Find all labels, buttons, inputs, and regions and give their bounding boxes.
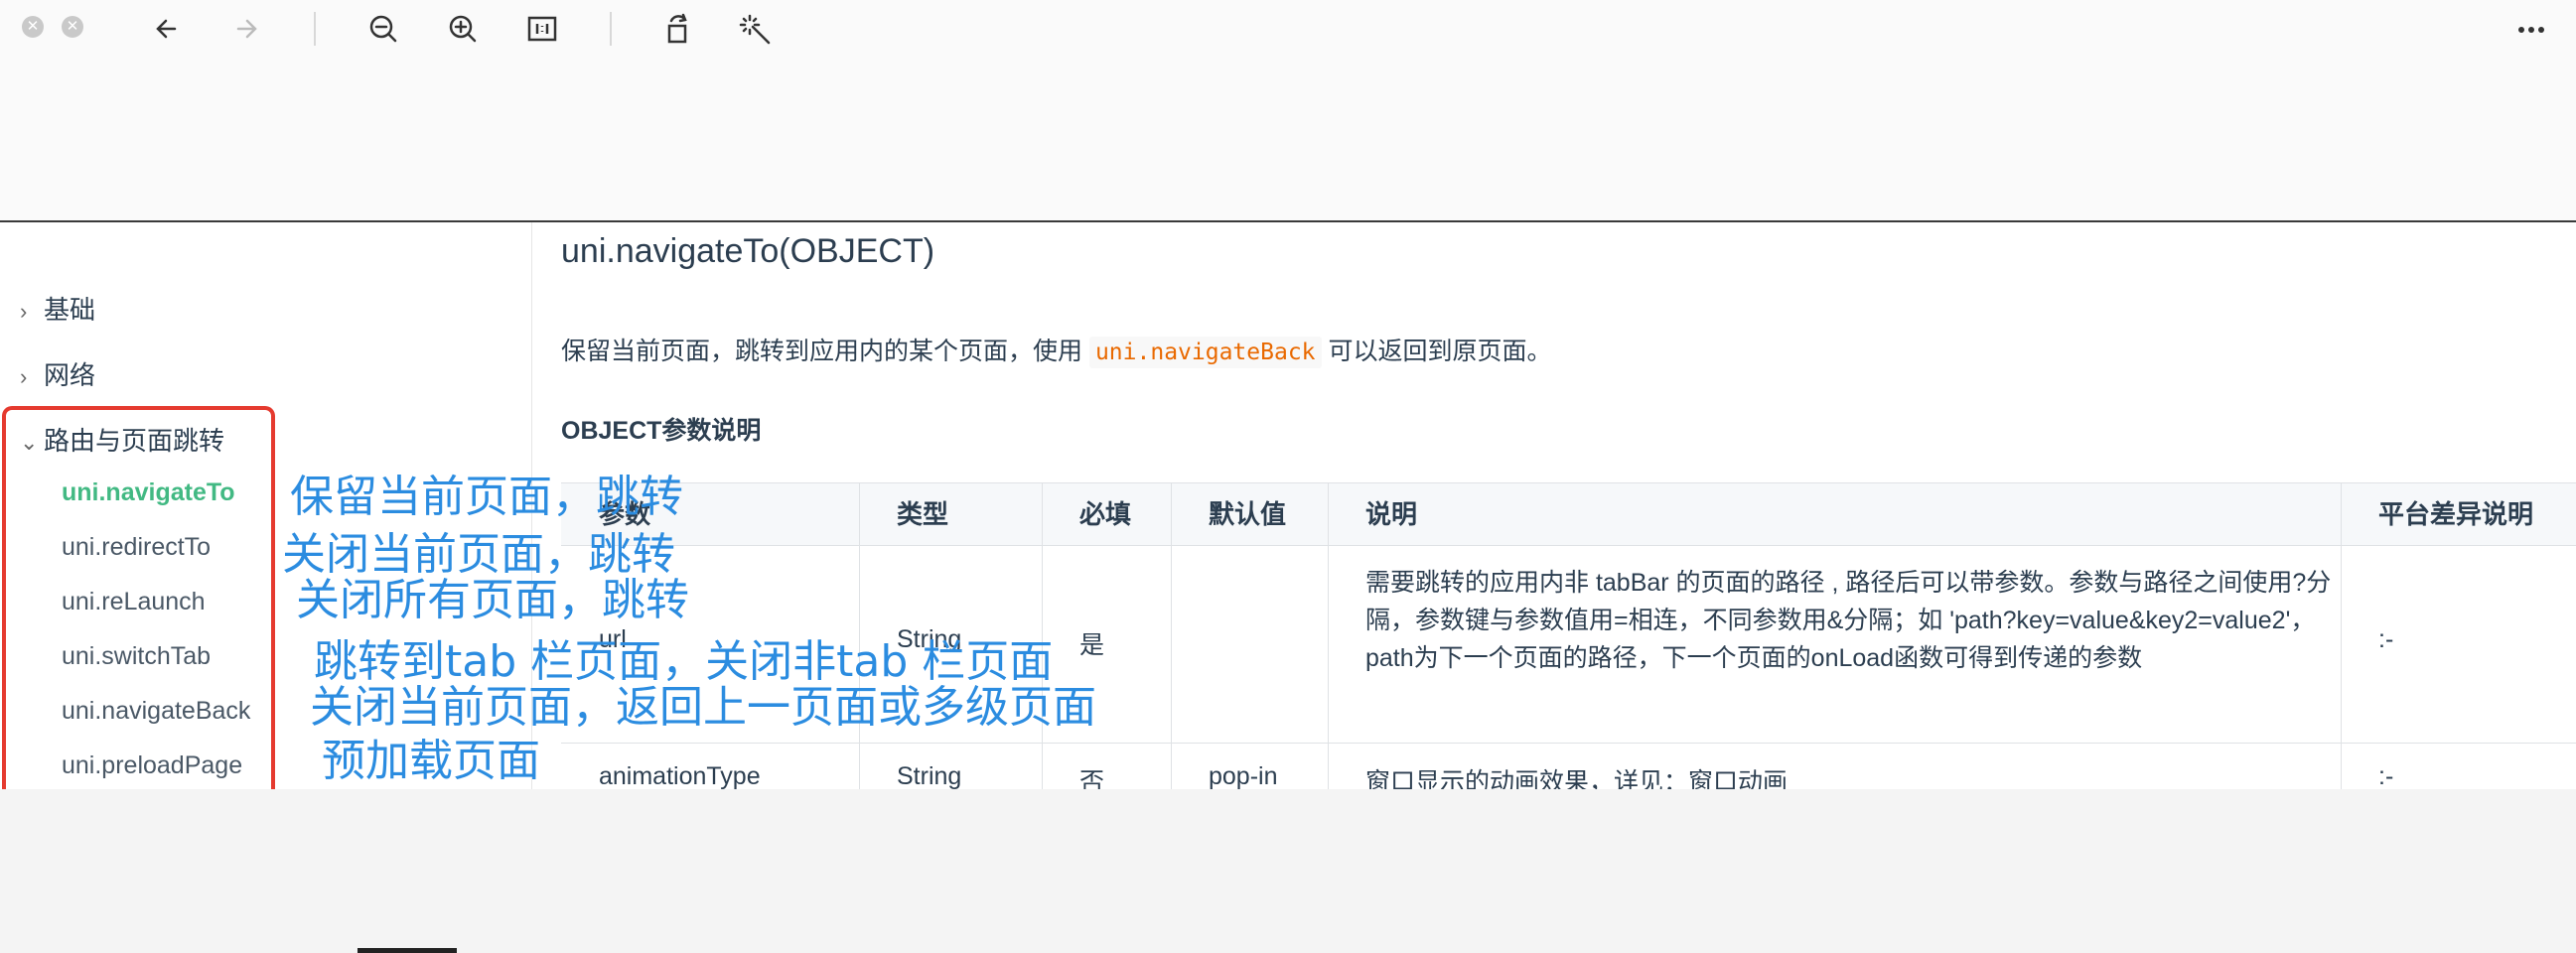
table-cell: :- xyxy=(2378,762,2394,789)
description-text: 可以返回到原页面。 xyxy=(1321,338,1552,365)
magic-wand-icon[interactable] xyxy=(737,10,777,48)
chevron-right-icon: › xyxy=(20,299,28,324)
more-icon[interactable] xyxy=(2518,20,2552,33)
sidebar-category-label: 网络 xyxy=(44,360,96,390)
zoom-out-icon[interactable] xyxy=(363,10,403,48)
table-cell: 需要跳转的应用内非 tabBar 的页面的路径 , 路径后可以带参数。参数与路径… xyxy=(1365,569,2332,672)
table-cell: animationType xyxy=(599,762,761,789)
column-header: 平台差异说明 xyxy=(2378,499,2534,529)
column-header: 类型 xyxy=(897,499,949,529)
page-description: 保留当前页面，跳转到应用内的某个页面，使用 uni.navigateBack 可… xyxy=(561,332,1552,368)
annotation: 预加载页面 xyxy=(322,736,540,786)
column-header: 必填 xyxy=(1079,499,1132,529)
column-header: 说明 xyxy=(1365,499,1418,529)
document-screenshot: › 基础 › 网络 ⌄ 路由与页面跳转 uni.navigateTo uni.redi… xyxy=(0,222,2576,789)
highlight-box xyxy=(2,406,275,789)
toolbar-separator xyxy=(610,12,612,46)
column-header: 默认值 xyxy=(1209,499,1287,529)
toolbar-separator xyxy=(314,12,316,46)
scroll-indicator xyxy=(358,948,457,953)
table-divider xyxy=(1171,482,1172,789)
chevron-right-icon: › xyxy=(20,364,28,389)
zoom-in-icon[interactable] xyxy=(443,10,483,48)
rotate-icon[interactable] xyxy=(657,10,697,48)
annotation: 关闭所有页面，跳转 xyxy=(296,575,689,625)
table-divider xyxy=(2341,482,2342,789)
toolbar: ✕ ✕ xyxy=(0,0,2576,60)
minimize-window-button[interactable]: ✕ xyxy=(62,16,83,38)
table-cell: 是 xyxy=(1079,631,1105,659)
inline-code: uni.navigateBack xyxy=(1088,337,1322,368)
table-cell: String xyxy=(897,762,962,789)
table-cell: 否 xyxy=(1079,768,1105,789)
forward-arrow-icon[interactable] xyxy=(226,10,266,48)
section-heading: OBJECT参数说明 xyxy=(561,417,762,445)
table-row: animationType String 否 pop-in 窗口显示的动画效果，… xyxy=(561,743,2576,789)
minimize-icon: ✕ xyxy=(66,18,79,35)
close-icon: ✕ xyxy=(26,18,40,35)
back-arrow-icon[interactable] xyxy=(147,10,187,48)
sidebar-category-label: 基础 xyxy=(44,295,96,325)
image-viewer-toolbar-area: ✕ ✕ xyxy=(0,0,2576,222)
page-title: uni.navigateTo(OBJECT) xyxy=(561,232,935,270)
image-viewer-bottom-area xyxy=(0,789,2576,953)
actual-size-icon[interactable] xyxy=(522,10,562,48)
sidebar-category-basic[interactable]: › 基础 xyxy=(20,290,95,327)
table-header-row: 参数 类型 必填 默认值 说明 平台差异说明 xyxy=(561,482,2576,546)
table-cell: 窗口显示的动画效果，详见：窗口动画 xyxy=(1365,768,1789,789)
sidebar-category-network[interactable]: › 网络 xyxy=(20,355,95,392)
description-text: 保留当前页面，跳转到应用内的某个页面，使用 xyxy=(561,338,1089,365)
table-cell: :- xyxy=(2378,625,2394,653)
close-window-button[interactable]: ✕ xyxy=(22,16,44,38)
table-cell: pop-in xyxy=(1209,762,1278,789)
table-divider xyxy=(1328,482,1329,789)
annotation: 保留当前页面，跳转 xyxy=(290,472,683,522)
